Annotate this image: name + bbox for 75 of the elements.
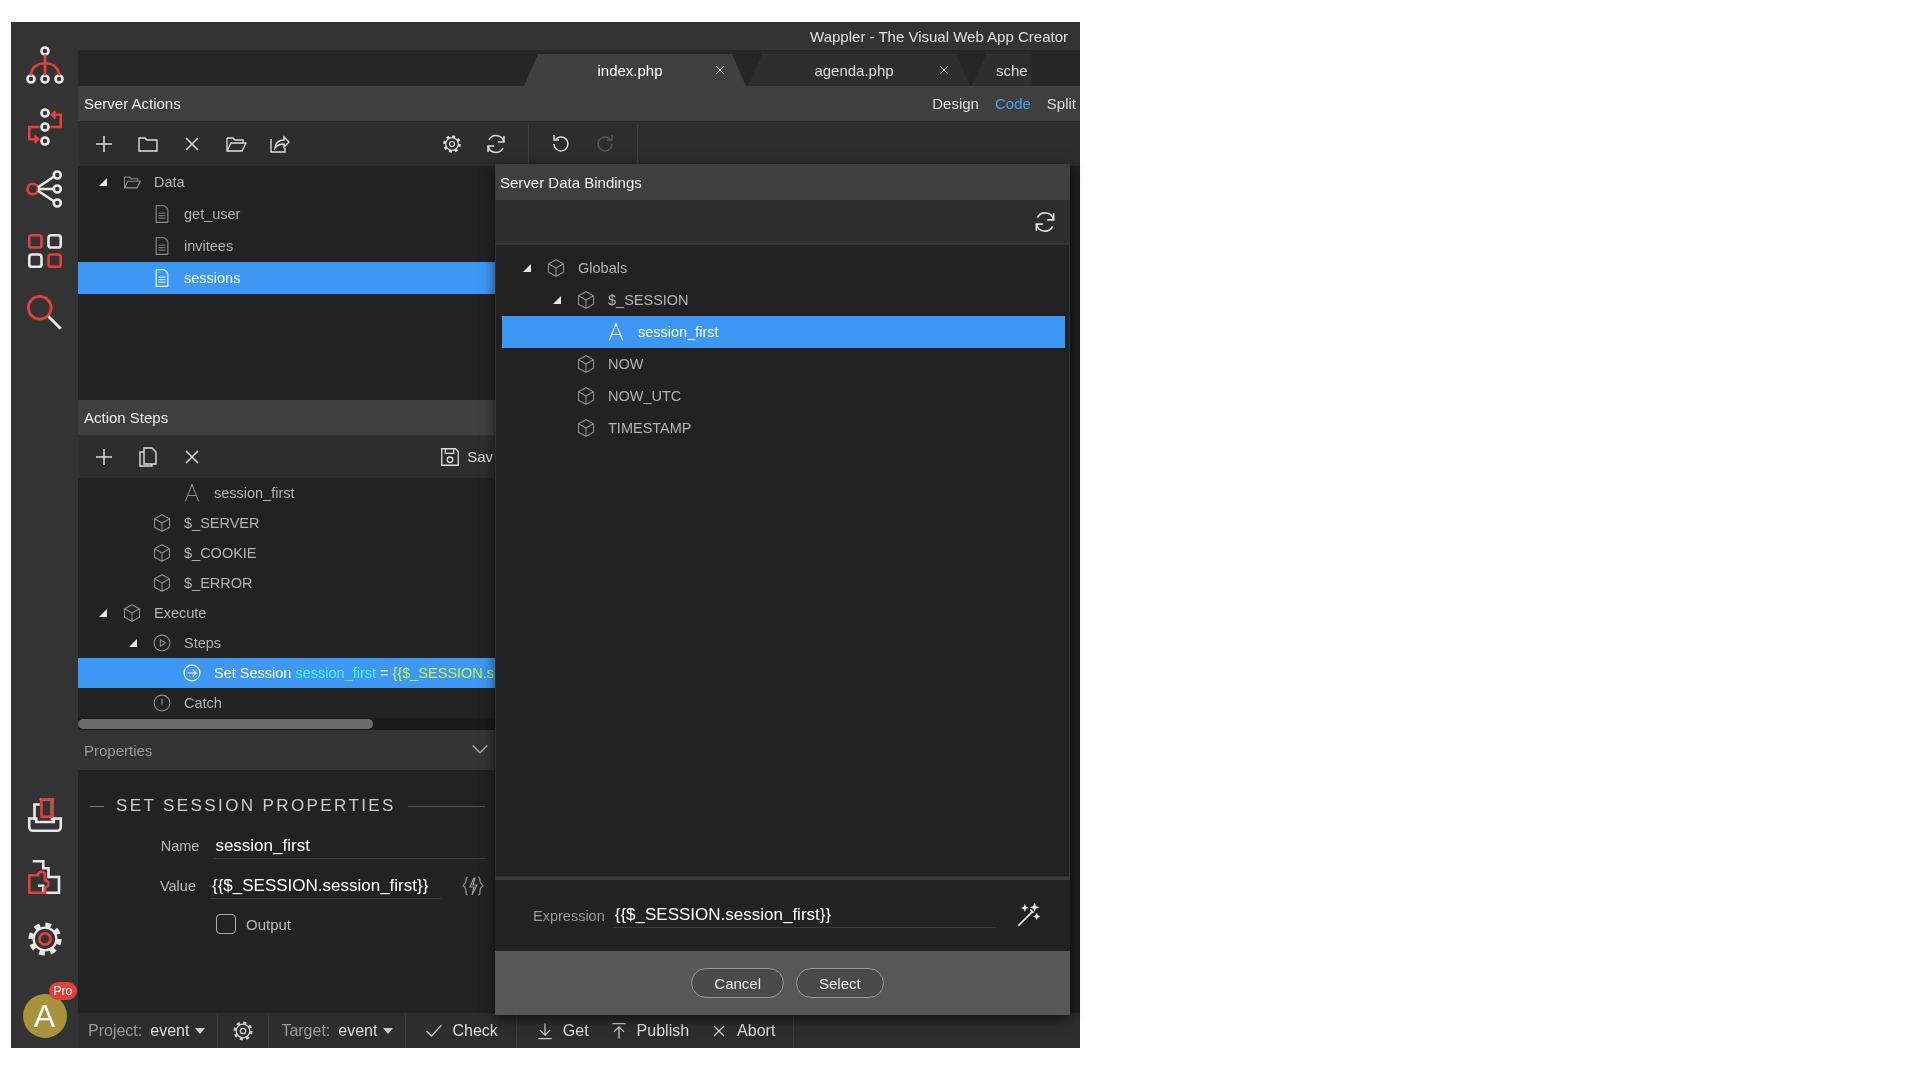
arrow-circle-icon — [182, 663, 202, 683]
window-title: Wappler - The Visual Web App Creator — [809, 26, 1069, 47]
project-label: Project: — [88, 1021, 143, 1040]
target-dropdown[interactable]: event — [338, 1021, 394, 1040]
view-mode-tab[interactable]: Split — [1046, 95, 1076, 112]
status-action-button[interactable]: Publish — [602, 1020, 696, 1041]
tree-item[interactable]: $_COOKIE — [78, 538, 495, 568]
hierarchy-icon[interactable] — [23, 44, 66, 86]
refresh-icon[interactable] — [484, 132, 508, 156]
expand-arrow-icon[interactable] — [98, 177, 108, 187]
tree-item[interactable]: Catch — [78, 688, 495, 718]
status-action-button[interactable]: Get — [528, 1020, 595, 1041]
dialog-title: Server Data Bindings — [495, 164, 1070, 200]
caret-icon — [195, 1027, 206, 1034]
checkbox-label: Output — [246, 915, 292, 933]
target-label: Target: — [281, 1021, 331, 1040]
tree-item[interactable]: NOW_UTC — [502, 380, 1065, 412]
panel-title: Properties — [84, 741, 154, 759]
field-label: Expression — [533, 907, 605, 924]
cube-icon — [546, 258, 566, 278]
cube-icon — [152, 573, 172, 593]
cube-icon — [576, 418, 596, 438]
cube-icon — [576, 290, 596, 310]
section-title: SET SESSION PROPERTIES — [116, 796, 396, 816]
tree-item[interactable]: Steps — [78, 628, 495, 658]
save-icon — [439, 445, 462, 468]
expand-arrow-icon[interactable] — [98, 608, 108, 618]
cube-icon — [122, 603, 142, 623]
tree-item[interactable]: Globals — [502, 252, 1065, 284]
text-type-icon — [606, 322, 626, 342]
status-action-button[interactable]: Abort — [703, 1020, 782, 1041]
expand-arrow-icon[interactable] — [552, 295, 562, 305]
tree-item[interactable]: Execute — [78, 598, 495, 628]
tree-item[interactable]: $_SESSION — [502, 284, 1065, 316]
field-label: Value — [158, 878, 196, 894]
cube-icon — [576, 386, 596, 406]
checkbox[interactable] — [216, 914, 236, 934]
scrollbar-thumb[interactable] — [78, 719, 373, 729]
settings-icon[interactable] — [440, 132, 464, 156]
panel-title: Server Actions — [84, 95, 182, 112]
project-dropdown[interactable]: event — [150, 1021, 206, 1040]
save-button[interactable]: Sav — [439, 445, 493, 468]
view-mode-tab[interactable]: Design — [932, 95, 979, 112]
tree-item[interactable]: Data — [78, 166, 495, 198]
field-label: Name — [159, 838, 200, 854]
panel-title: Action Steps — [78, 400, 495, 435]
expression-field[interactable]: {{$_SESSION.session_first}} — [612, 903, 996, 928]
view-mode-tab[interactable]: Code — [994, 95, 1031, 112]
file-tab[interactable]: sche — [972, 54, 1032, 86]
tree-item[interactable]: TIMESTAMP — [502, 412, 1065, 444]
info-icon — [152, 693, 172, 713]
tree-item[interactable]: invitees — [78, 230, 495, 262]
status-action-button[interactable]: Check — [418, 1020, 504, 1041]
tree-item[interactable]: get_user — [78, 198, 495, 230]
text-type-icon — [182, 483, 202, 503]
play-icon — [152, 633, 172, 653]
expand-arrow-icon[interactable] — [522, 263, 532, 273]
text-field[interactable]: session_first — [213, 833, 485, 859]
caret-icon — [383, 1027, 394, 1034]
expression-field[interactable]: {{$_SESSION.session_first}} — [209, 873, 441, 899]
tree-item[interactable]: $_ERROR — [78, 568, 495, 598]
lightning-icon[interactable] — [461, 874, 485, 898]
expand-arrow-icon[interactable] — [128, 638, 138, 648]
cube-icon — [152, 513, 172, 533]
file-tab[interactable]: index.php — [524, 54, 746, 86]
cube-icon — [576, 354, 596, 374]
dialog-button[interactable]: Cancel — [691, 968, 784, 998]
pro-badge: Pro — [48, 982, 78, 1000]
cube-icon — [152, 543, 172, 563]
tree-item[interactable]: NOW — [502, 348, 1065, 380]
dialog-button[interactable]: Select — [796, 968, 884, 998]
tree-item[interactable]: session_first — [78, 478, 495, 508]
tree-item[interactable]: $_SERVER — [78, 508, 495, 538]
file-tab[interactable]: agenda.php — [748, 54, 970, 86]
copy-icon[interactable] — [136, 444, 160, 469]
